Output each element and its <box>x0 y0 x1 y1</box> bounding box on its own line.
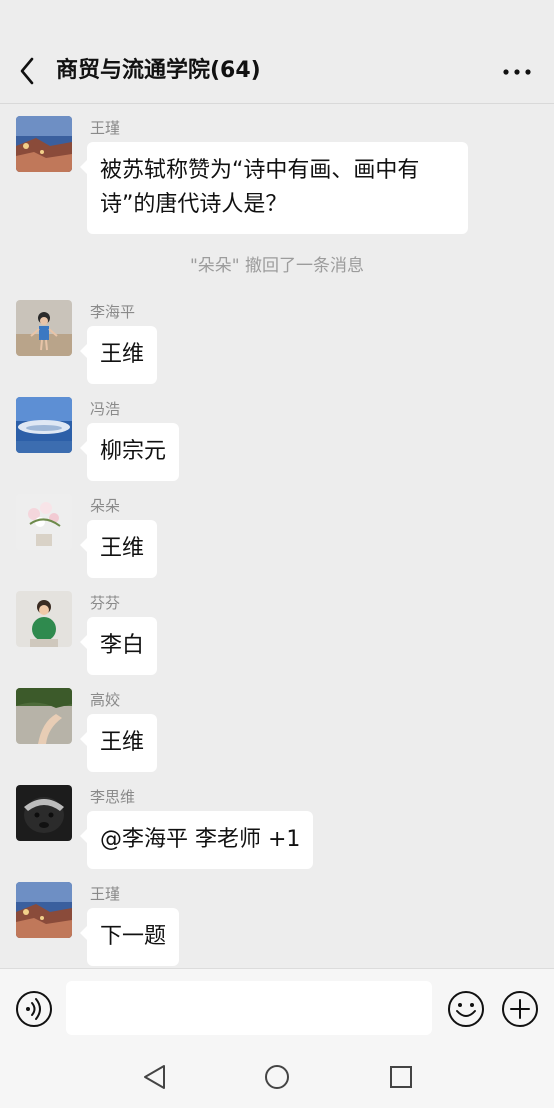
recall-notice: "朵朵" 撤回了一条消息 <box>189 256 365 276</box>
chevron-left-icon <box>20 57 34 85</box>
nav-recent-button[interactable] <box>386 1062 416 1092</box>
emoji-button[interactable] <box>446 989 486 1029</box>
sender-name: 王瑾 <box>90 119 121 137</box>
message-list[interactable]: 王瑾 被苏轼称赞为“诗中有画、画中有 诗”的唐代诗人是？ "朵朵" 撤回了一条消… <box>0 104 554 968</box>
message-bubble[interactable]: 王维 <box>79 520 158 578</box>
avatar[interactable] <box>16 591 72 647</box>
chat-title: 商贸与流通学院(64) <box>56 58 261 83</box>
nav-back-button[interactable] <box>140 1062 170 1092</box>
sender-name: 冯浩 <box>90 400 121 418</box>
sender-name: 芬芬 <box>90 594 121 612</box>
message-bubble[interactable]: 李白 <box>79 617 158 675</box>
message-text-line: 诗”的唐代诗人是？ <box>100 192 288 217</box>
message-input[interactable] <box>66 981 432 1035</box>
nav-home-button[interactable] <box>262 1062 292 1092</box>
avatar[interactable] <box>16 688 72 744</box>
sender-name: 高姣 <box>90 691 121 709</box>
nav-recent-icon <box>390 1066 412 1088</box>
more-options-button[interactable] <box>502 64 532 78</box>
voice-icon <box>16 991 52 1027</box>
more-dots-icon <box>503 69 531 75</box>
nav-back-icon <box>144 1065 165 1089</box>
sender-name: 李思维 <box>90 788 136 806</box>
message-bubble[interactable]: 下一题 <box>79 908 180 966</box>
avatar[interactable] <box>16 397 72 453</box>
emoji-icon <box>448 991 484 1027</box>
voice-button[interactable] <box>14 989 54 1029</box>
message-bubble[interactable]: 柳宗元 <box>79 423 180 481</box>
plus-icon <box>502 991 538 1027</box>
message-text-line: 被苏轼称赞为“诗中有画、画中有 <box>100 158 420 183</box>
message-bubble[interactable]: @李海平 李老师 +1 <box>79 811 314 869</box>
avatar[interactable] <box>16 785 72 841</box>
back-button[interactable] <box>12 52 46 90</box>
input-bar <box>0 968 554 1048</box>
sender-name: 王瑾 <box>90 885 121 903</box>
avatar[interactable] <box>16 300 72 356</box>
sender-name: 朵朵 <box>90 497 121 515</box>
plus-button[interactable] <box>500 989 540 1029</box>
avatar[interactable] <box>16 494 72 550</box>
nav-home-icon <box>265 1065 289 1089</box>
chat-header: 商贸与流通学院(64) <box>0 0 554 104</box>
system-nav-bar <box>0 1048 554 1108</box>
message-bubble[interactable]: 被苏轼称赞为“诗中有画、画中有 诗”的唐代诗人是？ <box>80 142 468 234</box>
avatar[interactable] <box>16 116 72 172</box>
message-bubble[interactable]: 王维 <box>79 326 158 384</box>
avatar[interactable] <box>16 882 72 938</box>
message-bubble[interactable]: 王维 <box>79 714 158 772</box>
sender-name: 李海平 <box>90 303 136 321</box>
